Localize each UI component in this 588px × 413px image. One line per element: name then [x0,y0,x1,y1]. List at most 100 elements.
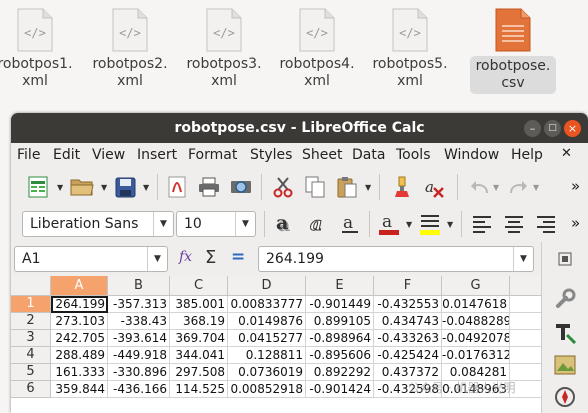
chevron-down-icon[interactable]: ▼ [153,212,173,236]
properties-wrench-icon[interactable] [552,286,578,312]
menu-help[interactable]: Help [511,147,543,163]
function-wizard-button[interactable]: fx [179,249,192,265]
active-cell[interactable]: 264.199 [51,296,108,313]
menu-format[interactable]: Format [188,147,237,163]
chevron-down-icon[interactable]: ▼ [57,183,63,192]
table-cell[interactable]: 0.0149876 [228,313,306,330]
table-cell[interactable]: -0.901424 [306,381,374,398]
table-cell[interactable] [510,313,541,330]
table-cell[interactable]: 0.128811 [228,347,306,364]
table-cell[interactable]: -0.901449 [306,296,374,313]
chevron-down-icon[interactable]: ▼ [533,183,539,192]
print-icon[interactable] [197,175,221,199]
table-cell[interactable]: -338.43 [108,313,170,330]
clear-formatting-icon[interactable]: a [421,175,447,199]
menu-window[interactable]: Window [444,147,499,163]
file-item[interactable]: </> robotpos1. xml [0,6,81,106]
table-cell[interactable]: -0.895606 [306,347,374,364]
table-cell[interactable]: 359.844 [51,381,108,398]
table-cell[interactable]: 114.525 [170,381,228,398]
file-item-selected[interactable]: robotpose. csv [467,6,559,106]
undo-icon[interactable] [467,176,491,198]
table-cell[interactable]: -0.0176312 [442,347,510,364]
formula-button[interactable]: = [231,247,245,267]
menu-edit[interactable]: Edit [53,147,80,163]
table-cell[interactable]: 0.00833777 [228,296,306,313]
table-cell[interactable]: -0.425424 [374,347,442,364]
align-left-icon[interactable] [469,211,495,237]
table-cell[interactable]: 0.0147618 [442,296,510,313]
menu-close-document-icon[interactable]: ✕ [561,146,572,161]
menu-tools[interactable]: Tools [396,147,431,163]
chevron-down-icon[interactable]: ▼ [147,247,167,271]
menu-styles[interactable]: Styles [250,147,292,163]
table-cell[interactable]: -0.0488289 [442,313,510,330]
table-cell[interactable]: -436.166 [108,381,170,398]
export-pdf-icon[interactable] [165,175,189,199]
column-header[interactable]: E [306,276,374,296]
input-line[interactable]: 264.199 ▼ [258,246,534,272]
row-header[interactable]: 6 [11,381,51,398]
column-header[interactable]: A [51,276,108,296]
table-cell[interactable]: 0.434743 [374,313,442,330]
shadowed-text-icon[interactable]: aa [272,211,298,237]
cut-icon[interactable] [271,175,295,199]
table-cell[interactable] [510,347,541,364]
table-cell[interactable]: 369.704 [170,330,228,347]
table-cell[interactable]: -393.614 [108,330,170,347]
table-cell[interactable]: 0.0415277 [228,330,306,347]
chevron-down-icon[interactable]: ▼ [101,183,107,192]
table-cell[interactable]: 344.041 [170,347,228,364]
table-cell[interactable]: 297.508 [170,364,228,381]
copy-icon[interactable] [303,175,327,199]
file-item[interactable]: </> robotpos4. xml [271,6,363,106]
print-preview-icon[interactable] [229,175,253,199]
row-header[interactable]: 1 [11,296,51,313]
column-header[interactable]: C [170,276,228,296]
toolbar-overflow-button[interactable]: » [571,214,580,232]
chevron-down-icon[interactable]: ▼ [143,183,149,192]
font-name-combobox[interactable]: Liberation Sans ▼ [22,211,174,237]
font-color-icon[interactable]: a [376,211,402,237]
table-cell[interactable]: -0.432553 [374,296,442,313]
redo-icon[interactable] [507,176,531,198]
file-item[interactable]: </> robotpos5. xml [364,6,456,106]
sidebar-menu-icon[interactable] [554,250,576,268]
table-cell[interactable]: 0.899105 [306,313,374,330]
table-cell[interactable]: -330.896 [108,364,170,381]
menu-data[interactable]: Data [352,147,385,163]
table-cell[interactable] [510,296,541,313]
column-header[interactable]: D [228,276,306,296]
table-cell[interactable]: 273.103 [51,313,108,330]
row-header[interactable]: 4 [11,347,51,364]
gallery-icon[interactable] [552,352,578,378]
paste-icon[interactable] [335,175,359,199]
open-folder-icon[interactable] [69,175,95,199]
name-box[interactable]: A1 ▼ [14,246,168,272]
table-cell[interactable]: -0.898964 [306,330,374,347]
sum-button[interactable]: Σ [205,247,216,268]
outline-text-icon[interactable]: a [305,211,331,237]
column-header[interactable]: F [374,276,442,296]
table-cell[interactable]: -449.918 [108,347,170,364]
chevron-down-icon[interactable]: ▼ [406,220,412,229]
styles-icon[interactable] [552,320,578,346]
table-cell[interactable]: 0.00852918 [228,381,306,398]
toolbar-overflow-button[interactable]: » [571,177,580,195]
table-cell[interactable]: 161.333 [51,364,108,381]
save-icon[interactable] [113,175,137,199]
chevron-down-icon[interactable]: ▼ [365,183,371,192]
menu-view[interactable]: View [92,147,125,163]
chevron-down-icon[interactable]: ▼ [447,220,453,229]
align-center-icon[interactable] [501,211,527,237]
table-cell[interactable]: 385.001 [170,296,228,313]
row-header[interactable]: 5 [11,364,51,381]
title-bar[interactable]: robotpose.csv - LibreOffice Calc – □ × [11,113,588,143]
minimize-button[interactable]: – [524,120,541,137]
table-cell[interactable] [510,330,541,347]
file-item[interactable]: </> robotpos2. xml [84,6,176,106]
new-spreadsheet-icon[interactable] [26,175,50,199]
table-cell[interactable]: -0.433263 [374,330,442,347]
table-cell[interactable]: 0.0736019 [228,364,306,381]
table-cell[interactable]: 242.705 [51,330,108,347]
